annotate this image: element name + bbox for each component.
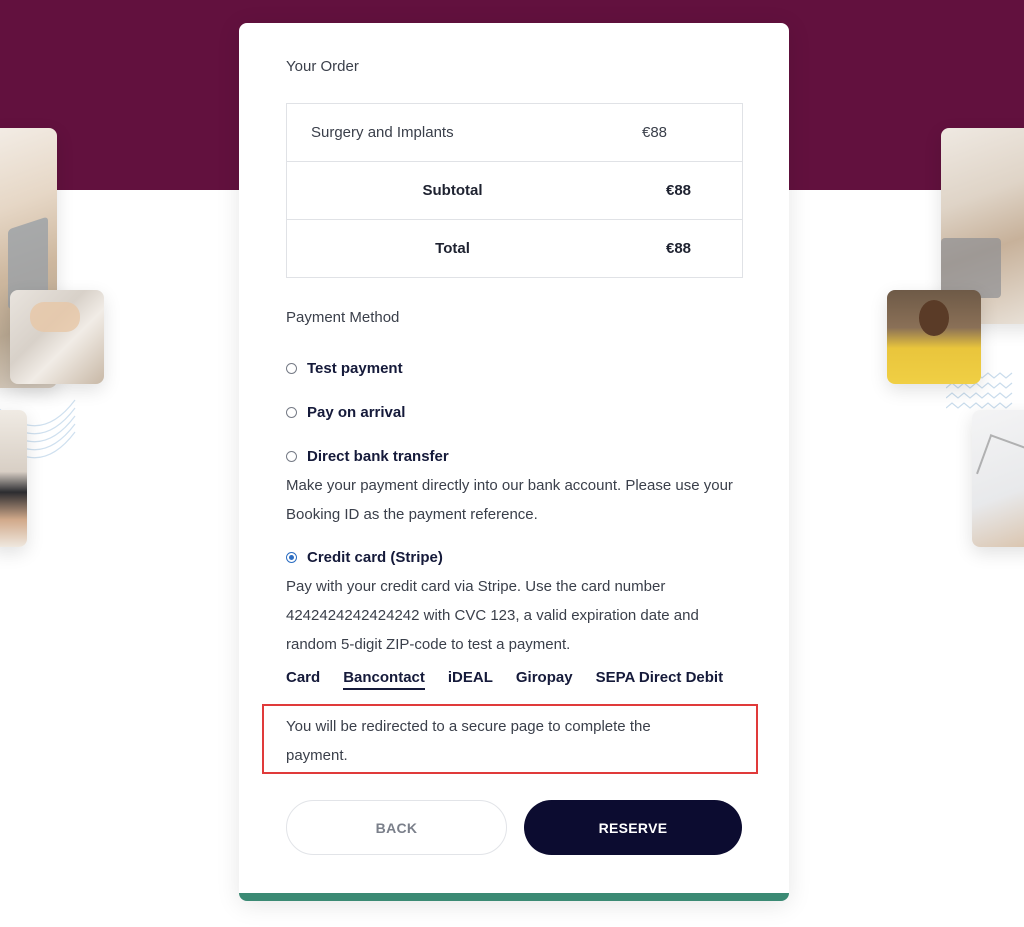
back-button[interactable]: BACK [286, 800, 507, 855]
payment-option-test[interactable]: Test payment [286, 360, 403, 377]
payment-option-label: Test payment [307, 360, 403, 377]
radio-button[interactable] [286, 407, 297, 418]
radio-button[interactable] [286, 363, 297, 374]
tab-sepa-direct-debit[interactable]: SEPA Direct Debit [596, 669, 724, 690]
payment-option-label: Credit card (Stripe) [307, 549, 443, 566]
order-summary-table: Surgery and Implants €88 Subtotal €88 To… [286, 103, 743, 278]
tab-ideal[interactable]: iDEAL [448, 669, 493, 690]
redirect-notice-highlight: You will be redirected to a secure page … [262, 704, 758, 774]
payment-option-label: Pay on arrival [307, 404, 406, 421]
decor-photo-left-middle [10, 290, 104, 384]
payment-option-arrival[interactable]: Pay on arrival [286, 404, 405, 421]
total-value: €88 [666, 240, 692, 257]
subtotal-label: Subtotal [422, 182, 483, 199]
payment-option-label: Direct bank transfer [307, 448, 449, 465]
redirect-notice-text: You will be redirected to a secure page … [286, 718, 651, 764]
checkout-card: Your Order Surgery and Implants €88 Subt… [239, 23, 789, 901]
payment-section-title: Payment Method [286, 309, 400, 326]
credit-card-description: Pay with your credit card via Stripe. Us… [286, 578, 699, 653]
radio-button-checked[interactable] [286, 552, 297, 563]
order-section-title: Your Order [286, 58, 359, 75]
bank-transfer-description: Make your payment directly into our bank… [286, 477, 733, 523]
reserve-button[interactable]: RESERVE [524, 800, 742, 855]
subtotal-value: €88 [666, 182, 692, 199]
decor-photo-right-middle [887, 290, 981, 384]
decor-photo-right-bottom [972, 410, 1024, 547]
order-item-name: Surgery and Implants [311, 124, 454, 141]
tab-giropay[interactable]: Giropay [516, 669, 573, 690]
total-row: Total €88 [287, 219, 742, 277]
radio-button[interactable] [286, 451, 297, 462]
subtotal-row: Subtotal €88 [287, 161, 742, 219]
decor-photo-left-bottom [0, 410, 27, 547]
order-item-row: Surgery and Implants €88 [287, 104, 742, 161]
stripe-method-tabs: Card Bancontact iDEAL Giropay SEPA Direc… [286, 669, 746, 690]
order-item-amount: €88 [642, 124, 668, 141]
total-label: Total [435, 240, 470, 257]
payment-option-bank-transfer[interactable]: Direct bank transfer [286, 448, 449, 465]
tab-card[interactable]: Card [286, 669, 320, 690]
tab-bancontact[interactable]: Bancontact [343, 669, 425, 690]
payment-option-credit-card[interactable]: Credit card (Stripe) [286, 549, 443, 566]
